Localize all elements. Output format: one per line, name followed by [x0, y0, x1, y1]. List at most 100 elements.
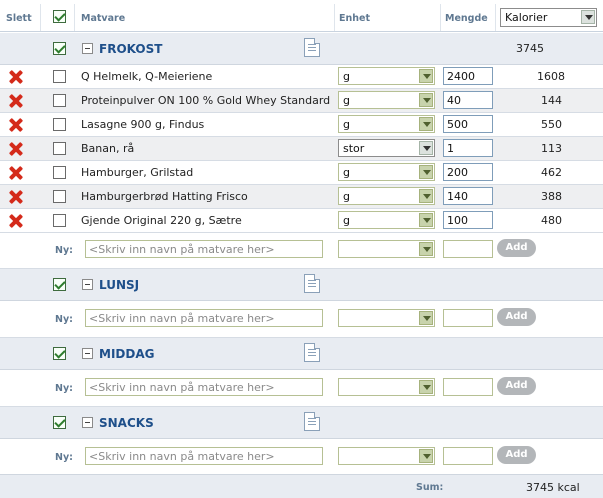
calorie-value: 1608	[537, 70, 565, 83]
delete-icon[interactable]	[9, 190, 23, 204]
calorie-value: 113	[541, 142, 562, 155]
calorie-value: 480	[541, 214, 562, 227]
unit-select[interactable]: g	[338, 91, 435, 109]
add-button[interactable]: Add	[497, 308, 536, 326]
delete-column-header: Slett	[6, 13, 32, 24]
amount-input[interactable]	[443, 378, 493, 396]
add-button[interactable]: Add	[497, 446, 536, 464]
meal-section-middag: MIDDAG	[0, 338, 603, 370]
collapse-icon[interactable]	[82, 279, 93, 290]
amount-input[interactable]: 40	[443, 91, 493, 109]
table-row: Banan, rå stor 1 113	[0, 137, 603, 161]
meal-checkbox[interactable]	[53, 347, 66, 360]
unit-value: g	[343, 70, 350, 83]
new-food-row: Ny: <Skriv inn navn på matvare her> Add	[0, 371, 603, 407]
document-icon[interactable]	[304, 38, 320, 57]
amount-column-header: Mengde	[445, 13, 488, 24]
calorie-value: 550	[541, 118, 562, 131]
delete-icon[interactable]	[9, 94, 23, 108]
amount-input[interactable]: 140	[443, 187, 493, 205]
delete-icon[interactable]	[9, 214, 23, 228]
unit-value: g	[343, 94, 350, 107]
unit-value: g	[343, 214, 350, 227]
chevron-down-icon	[419, 449, 433, 463]
chevron-down-icon	[581, 10, 595, 24]
amount-input[interactable]	[443, 447, 493, 465]
add-button[interactable]: Add	[497, 239, 536, 257]
table-row: Q Helmelk, Q-Meieriene g 2400 1608	[0, 65, 603, 89]
meal-name: MIDDAG	[99, 347, 155, 361]
unit-select[interactable]	[338, 447, 435, 465]
row-checkbox[interactable]	[53, 142, 66, 155]
delete-icon[interactable]	[9, 142, 23, 156]
unit-select[interactable]: g	[338, 115, 435, 133]
document-icon[interactable]	[304, 343, 320, 362]
new-label: Ny:	[55, 245, 73, 256]
new-food-input[interactable]: <Skriv inn navn på matvare her>	[85, 447, 323, 465]
sum-footer: Sum: 3745 kcal	[0, 474, 603, 498]
food-name: Hamburger, Grilstad	[81, 166, 194, 179]
meal-checkbox[interactable]	[53, 42, 66, 55]
unit-select[interactable]	[338, 309, 435, 327]
unit-select[interactable]	[338, 240, 435, 258]
amount-input[interactable]: 100	[443, 211, 493, 229]
row-checkbox[interactable]	[53, 190, 66, 203]
unit-select[interactable]: g	[338, 67, 435, 85]
row-checkbox[interactable]	[53, 70, 66, 83]
food-name: Proteinpulver ON 100 % Gold Whey Standar…	[81, 94, 331, 107]
food-column-header: Matvare	[81, 13, 126, 24]
unit-select[interactable]: g	[338, 187, 435, 205]
meal-section-lunsj: LUNSJ	[0, 269, 603, 301]
row-checkbox[interactable]	[53, 94, 66, 107]
meal-section-frokost: FROKOST 3745	[0, 33, 603, 65]
meal-name: FROKOST	[99, 42, 163, 56]
amount-input[interactable]: 500	[443, 115, 493, 133]
chevron-down-icon	[419, 69, 433, 83]
meal-checkbox[interactable]	[53, 416, 66, 429]
new-food-input[interactable]: <Skriv inn navn på matvare her>	[85, 378, 323, 396]
unit-select[interactable]	[338, 378, 435, 396]
new-food-row: Ny: <Skriv inn navn på matvare her> Add	[0, 233, 603, 269]
chevron-down-icon	[419, 242, 433, 256]
food-name: Banan, rå	[81, 142, 135, 155]
delete-icon[interactable]	[9, 118, 23, 132]
new-food-input[interactable]: <Skriv inn navn på matvare her>	[85, 309, 323, 327]
unit-value: g	[343, 118, 350, 131]
row-checkbox[interactable]	[53, 118, 66, 131]
unit-select[interactable]: stor	[338, 139, 435, 157]
new-food-input[interactable]: <Skriv inn navn på matvare her>	[85, 240, 323, 258]
delete-icon[interactable]	[9, 70, 23, 84]
unit-select[interactable]: g	[338, 163, 435, 181]
unit-select[interactable]: g	[338, 211, 435, 229]
food-name: Lasagne 900 g, Findus	[81, 118, 205, 131]
amount-input[interactable]: 200	[443, 163, 493, 181]
divider	[440, 4, 441, 31]
collapse-icon[interactable]	[82, 417, 93, 428]
table-header: Slett Matvare Enhet Mengde Kalorier	[0, 0, 603, 32]
collapse-icon[interactable]	[82, 348, 93, 359]
new-food-row: Ny: <Skriv inn navn på matvare her> Add	[0, 440, 603, 474]
unit-column-header: Enhet	[339, 13, 371, 24]
chevron-down-icon	[419, 165, 433, 179]
document-icon[interactable]	[304, 412, 320, 431]
collapse-icon[interactable]	[82, 43, 93, 54]
calorie-value: 462	[541, 166, 562, 179]
amount-input[interactable]: 2400	[443, 67, 493, 85]
amount-input[interactable]	[443, 309, 493, 327]
amount-input[interactable]	[443, 240, 493, 258]
meal-name: SNACKS	[99, 416, 154, 430]
table-row: Gjende Original 220 g, Sætre g 100 480	[0, 209, 603, 233]
row-checkbox[interactable]	[53, 166, 66, 179]
amount-input[interactable]: 1	[443, 139, 493, 157]
select-all-checkbox[interactable]	[53, 10, 66, 23]
nutrient-select[interactable]: Kalorier	[500, 8, 597, 27]
add-button[interactable]: Add	[497, 377, 536, 395]
meal-checkbox[interactable]	[53, 278, 66, 291]
unit-value: g	[343, 166, 350, 179]
document-icon[interactable]	[304, 274, 320, 293]
row-checkbox[interactable]	[53, 214, 66, 227]
delete-icon[interactable]	[9, 166, 23, 180]
table-row: Lasagne 900 g, Findus g 500 550	[0, 113, 603, 137]
calorie-value: 388	[541, 190, 562, 203]
chevron-down-icon	[419, 189, 433, 203]
